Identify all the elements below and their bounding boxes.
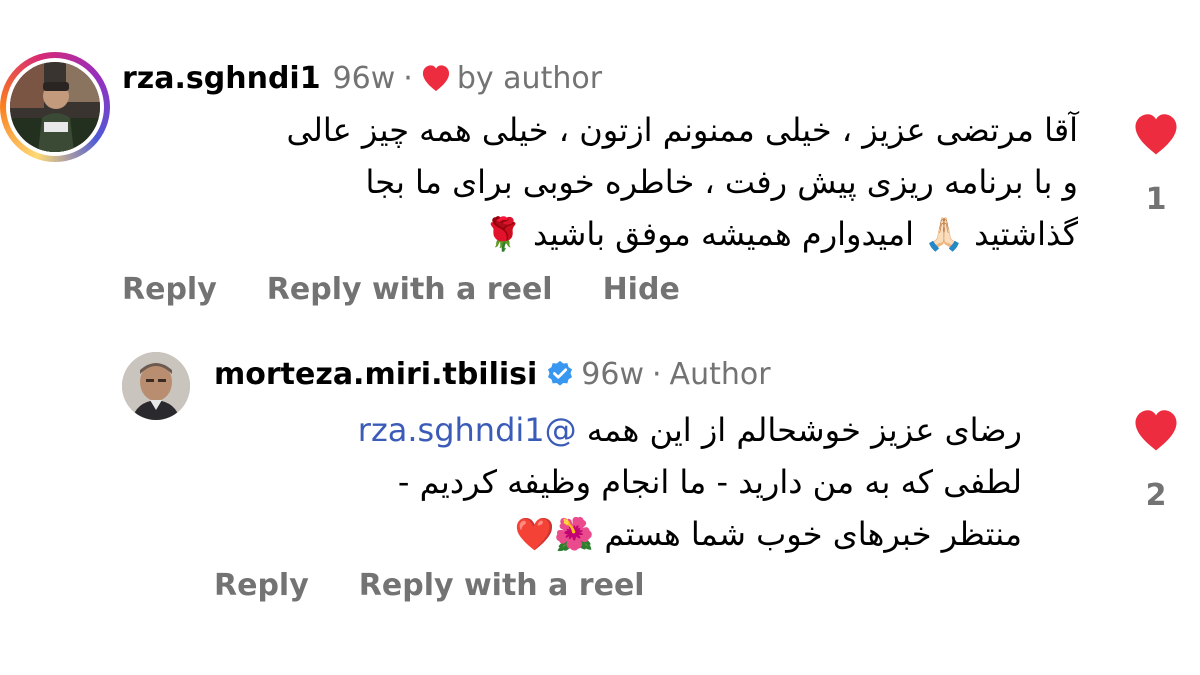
comment-header: rza.sghndi1 96w · by author — [122, 56, 602, 100]
avatar[interactable] — [122, 352, 190, 420]
comment-line: آقا مرتضی عزیز ، خیلی ممنونم ازتون ، خیل… — [286, 111, 1078, 149]
heart-icon[interactable] — [1132, 408, 1180, 456]
liked-by-author-label: by author — [456, 60, 603, 96]
author-label: Author — [669, 356, 771, 392]
timestamp[interactable]: 96w — [333, 61, 396, 96]
like-control: 1 — [1130, 112, 1182, 217]
username[interactable]: morteza.miri.tbilisi — [214, 357, 537, 392]
separator: · — [652, 356, 662, 392]
avatar-photo — [122, 352, 190, 420]
comment-actions: Reply Reply with a reel Hide — [122, 272, 730, 307]
comment-line: گذاشتید 🙏🏻 امیدوارم همیشه موفق باشید 🌹 — [483, 215, 1078, 253]
reply-with-reel-button[interactable]: Reply with a reel — [359, 568, 645, 603]
reply-button[interactable]: Reply — [122, 272, 217, 307]
verified-badge-icon — [545, 359, 575, 389]
like-count[interactable]: 1 — [1146, 182, 1167, 217]
hide-button[interactable]: Hide — [603, 272, 680, 307]
reply-button[interactable]: Reply — [214, 568, 309, 603]
avatar[interactable] — [10, 62, 100, 152]
comment-header: morteza.miri.tbilisi 96w · Author — [214, 352, 771, 396]
comment-line-text: رضای عزیز خوشحالم از این همه — [576, 411, 1022, 449]
avatar-photo — [10, 62, 100, 152]
comment-line: و با برنامه ریزی پیش رفت ، خاطره خوبی بر… — [365, 163, 1078, 201]
comment-line: منتظر خبرهای خوب شما هستم 🌺❤️ — [514, 515, 1022, 553]
like-control: 2 — [1130, 408, 1182, 513]
comment-text: آقا مرتضی عزیز ، خیلی ممنونم ازتون ، خیل… — [118, 104, 1078, 260]
comment-line: رضای عزیز خوشحالم از این همه @rza.sghndi… — [210, 404, 1022, 456]
comment-actions: Reply Reply with a reel — [214, 568, 695, 603]
comments-thread: rza.sghndi1 96w · by author آقا مرتضی عز… — [0, 0, 1200, 675]
mention-link[interactable]: @rza.sghndi1 — [358, 411, 577, 449]
comment-text: رضای عزیز خوشحالم از این همه @rza.sghndi… — [210, 404, 1022, 560]
separator: · — [403, 60, 413, 96]
timestamp[interactable]: 96w — [581, 357, 644, 392]
like-count[interactable]: 2 — [1146, 478, 1167, 513]
comment-line: لطفی که به من دارید - ما انجام وظیفه کرد… — [397, 463, 1022, 501]
heart-icon — [421, 64, 451, 92]
reply-with-reel-button[interactable]: Reply with a reel — [267, 272, 553, 307]
username[interactable]: rza.sghndi1 — [122, 61, 321, 96]
heart-icon[interactable] — [1132, 112, 1180, 160]
